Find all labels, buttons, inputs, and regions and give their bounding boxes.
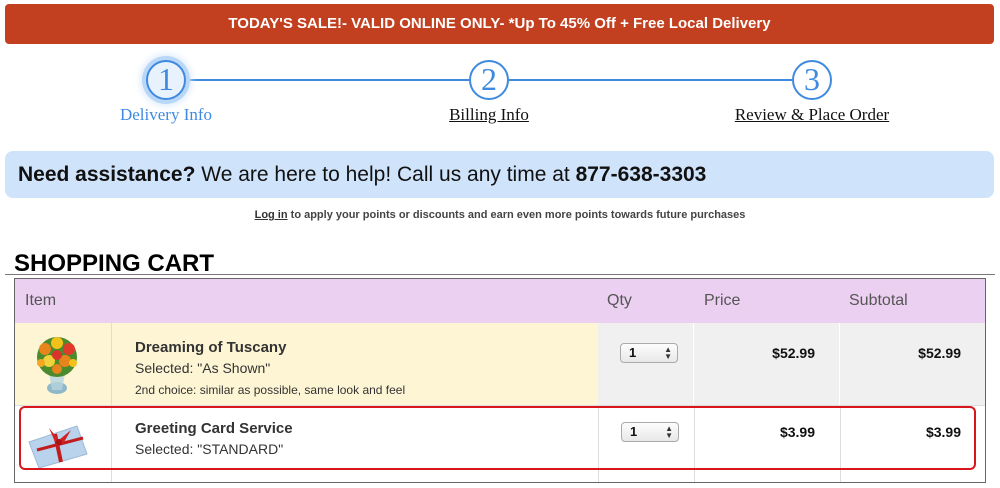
step-review-order-link[interactable]: Review & Place Order (735, 105, 889, 125)
cart-table: Item Qty Price Subtotal Dreaming of Tusc… (14, 278, 986, 483)
sale-banner: TODAY'S SALE!- VALID ONLINE ONLY- *Up To… (5, 4, 994, 44)
quantity-select[interactable]: 1 ▲ ▼ (620, 343, 678, 363)
step-1-circle: 1 (146, 60, 186, 100)
table-row: Greeting Card Service Selected: "STANDAR… (15, 406, 985, 482)
header-item: Item (25, 292, 57, 309)
item-price: $3.99 (779, 424, 815, 440)
subtotal-cell: $3.99 (840, 406, 985, 482)
quantity-select[interactable]: 1 ▲ ▼ (621, 422, 679, 442)
header-price: Price (704, 292, 741, 309)
cart-header-row: Item Qty Price Subtotal (15, 279, 985, 323)
assistance-banner: Need assistance? We are here to help! Ca… (5, 151, 994, 198)
greeting-card-image[interactable] (15, 406, 112, 482)
login-note-text: to apply your points or discounts and ea… (287, 209, 746, 221)
price-cell: $52.99 (694, 323, 839, 405)
step-3-circle[interactable]: 3 (792, 60, 832, 100)
quantity-value: 1 (630, 424, 638, 439)
step-billing-info-link[interactable]: Billing Info (449, 105, 529, 125)
select-arrows-icon: ▲ ▼ (665, 424, 673, 440)
step-2-circle[interactable]: 2 (469, 60, 509, 100)
table-row: Dreaming of Tuscany Selected: "As Shown"… (15, 323, 985, 405)
item-subtotal: $52.99 (918, 345, 961, 361)
flower-bouquet-image[interactable] (15, 323, 112, 405)
header-qty: Qty (607, 292, 632, 309)
item-price: $52.99 (772, 345, 815, 361)
product-name: Greeting Card Service (135, 420, 293, 437)
assistance-phone[interactable]: 877-638-3303 (576, 163, 707, 186)
step-connector (186, 79, 469, 81)
checkout-steps: 1 2 3 Delivery Info Billing Info Review … (0, 58, 1000, 138)
price-cell: $3.99 (694, 406, 839, 482)
step-connector (509, 79, 792, 81)
assistance-text: We are here to help! Call us any time at (195, 163, 576, 186)
qty-cell: 1 ▲ ▼ (598, 323, 693, 405)
step-delivery-info: Delivery Info (119, 105, 213, 124)
login-note: Log in to apply your points or discounts… (0, 209, 1000, 221)
quantity-value: 1 (629, 345, 637, 360)
subtotal-cell: $52.99 (840, 323, 985, 405)
product-selection: Selected: "As Shown" (135, 360, 271, 376)
item-subtotal: $3.99 (925, 424, 961, 440)
product-note: 2nd choice: similar as possible, same lo… (135, 383, 406, 397)
assistance-lead: Need assistance? (18, 163, 196, 186)
product-name: Dreaming of Tuscany (135, 339, 287, 356)
select-arrows-icon: ▲ ▼ (664, 345, 672, 361)
divider (5, 274, 995, 275)
header-subtotal: Subtotal (849, 292, 908, 309)
product-selection: Selected: "STANDARD" (135, 441, 284, 457)
login-link[interactable]: Log in (255, 209, 288, 221)
qty-cell: 1 ▲ ▼ (598, 406, 693, 482)
